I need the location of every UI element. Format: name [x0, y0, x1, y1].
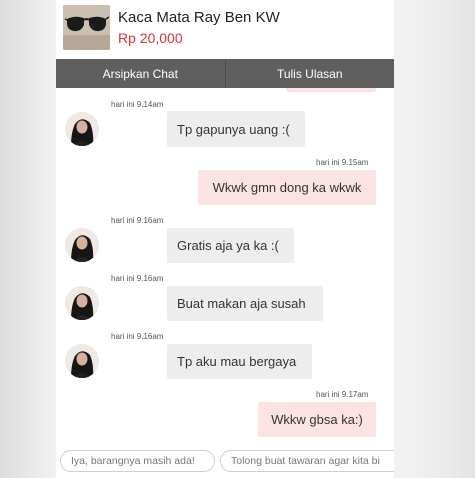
seller-avatar[interactable]: [65, 228, 99, 262]
message-text: Tp aku mau bergaya: [167, 344, 312, 379]
write-review-button[interactable]: Tulis Ulasan: [224, 59, 395, 88]
previous-message-bubble: [286, 88, 376, 92]
quick-reply-button[interactable]: Tolong buat tawaran agar kita bi: [220, 450, 394, 472]
product-header[interactable]: Kaca Mata Ray Ben KW Rp 20,000: [56, 0, 394, 58]
chat-action-bar: Arsipkan Chat Tulis Ulasan: [56, 59, 394, 88]
message-timestamp: hari ini 9.17am: [316, 390, 369, 399]
quick-reply-button[interactable]: Iya, barangnya masih ada!: [60, 450, 215, 472]
product-thumbnail: [63, 5, 110, 50]
message-text: Gratis aja ya ka :(: [167, 228, 294, 263]
seller-avatar[interactable]: [65, 112, 99, 146]
message-timestamp: hari ini 9.15am: [316, 158, 369, 167]
message-timestamp: hari ini 9.14am: [111, 100, 164, 109]
message-timestamp: hari ini 9.16am: [111, 332, 164, 341]
message-text: Wkkw gbsa ka:): [258, 402, 376, 437]
archive-chat-button[interactable]: Arsipkan Chat: [56, 59, 225, 88]
product-price: Rp 20,000: [118, 30, 183, 46]
message-timestamp: hari ini 9.16am: [111, 274, 164, 283]
message-text: Tp gapunya uang :(: [167, 111, 305, 147]
chat-screen: Kaca Mata Ray Ben KW Rp 20,000 Arsipkan …: [56, 0, 394, 478]
message-text: Buat makan aja susah: [167, 286, 323, 321]
product-title: Kaca Mata Ray Ben KW: [118, 9, 280, 26]
seller-avatar[interactable]: [65, 286, 99, 320]
message-timestamp: hari ini 9.16am: [111, 216, 164, 225]
seller-avatar[interactable]: [65, 344, 99, 378]
message-text: Wkwk gmn dong ka wkwk: [198, 170, 376, 205]
